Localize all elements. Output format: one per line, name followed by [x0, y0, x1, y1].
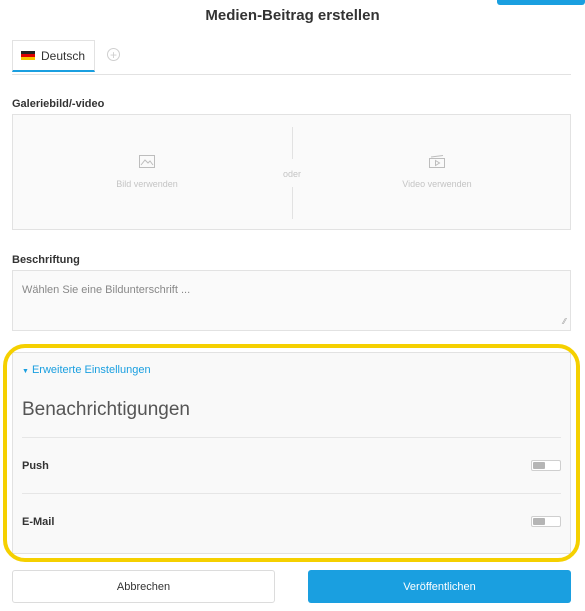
top-action-button[interactable] — [497, 0, 585, 5]
image-icon — [139, 155, 155, 168]
divider — [22, 437, 561, 438]
toggle-knob — [533, 518, 545, 525]
tab-label: Deutsch — [41, 48, 86, 63]
toggle-knob — [533, 462, 545, 469]
use-video-label: Video verwenden — [402, 179, 472, 189]
divider-top — [292, 127, 293, 159]
advanced-settings-toggle[interactable]: ▼ Erweiterte Einstellungen — [22, 364, 151, 376]
video-icon — [429, 155, 445, 168]
caption-label: Beschriftung — [12, 254, 80, 266]
language-tabs: Deutsch + — [12, 40, 571, 75]
german-flag-icon — [21, 51, 35, 60]
divider — [22, 493, 561, 494]
caption-textarea[interactable]: Wählen Sie eine Bildunterschrift ... ⁄⁄ — [12, 270, 571, 331]
push-toggle[interactable] — [531, 460, 561, 471]
resize-handle-icon[interactable]: ⁄⁄ — [563, 317, 566, 326]
publish-button[interactable]: Veröffentlichen — [308, 570, 571, 603]
or-label: oder — [282, 169, 301, 179]
gallery-dropzone: Bild verwenden oder Video verwenden — [12, 114, 571, 230]
email-toggle[interactable] — [531, 516, 561, 527]
tab-deutsch[interactable]: Deutsch — [12, 40, 95, 72]
divider-bottom — [292, 187, 293, 219]
notifications-heading: Benachrichtigungen — [22, 399, 190, 420]
push-label: Push — [22, 460, 49, 472]
advanced-settings-label: Erweiterte Einstellungen — [31, 364, 151, 376]
caret-down-icon: ▼ — [22, 368, 29, 375]
add-language-icon[interactable]: + — [107, 48, 120, 61]
advanced-settings-panel: ▼ Erweiterte Einstellungen Benachrichtigu… — [12, 352, 571, 554]
caption-placeholder: Wählen Sie eine Bildunterschrift ... — [22, 284, 191, 296]
use-video-option[interactable]: Video verwenden — [347, 155, 527, 192]
page-title: Medien-Beitrag erstellen — [205, 7, 380, 24]
gallery-label: Galeriebild/-video — [12, 98, 105, 110]
use-image-label: Bild verwenden — [116, 179, 178, 189]
use-image-option[interactable]: Bild verwenden — [57, 155, 237, 192]
email-label: E-Mail — [22, 516, 55, 528]
cancel-button[interactable]: Abbrechen — [12, 570, 275, 603]
